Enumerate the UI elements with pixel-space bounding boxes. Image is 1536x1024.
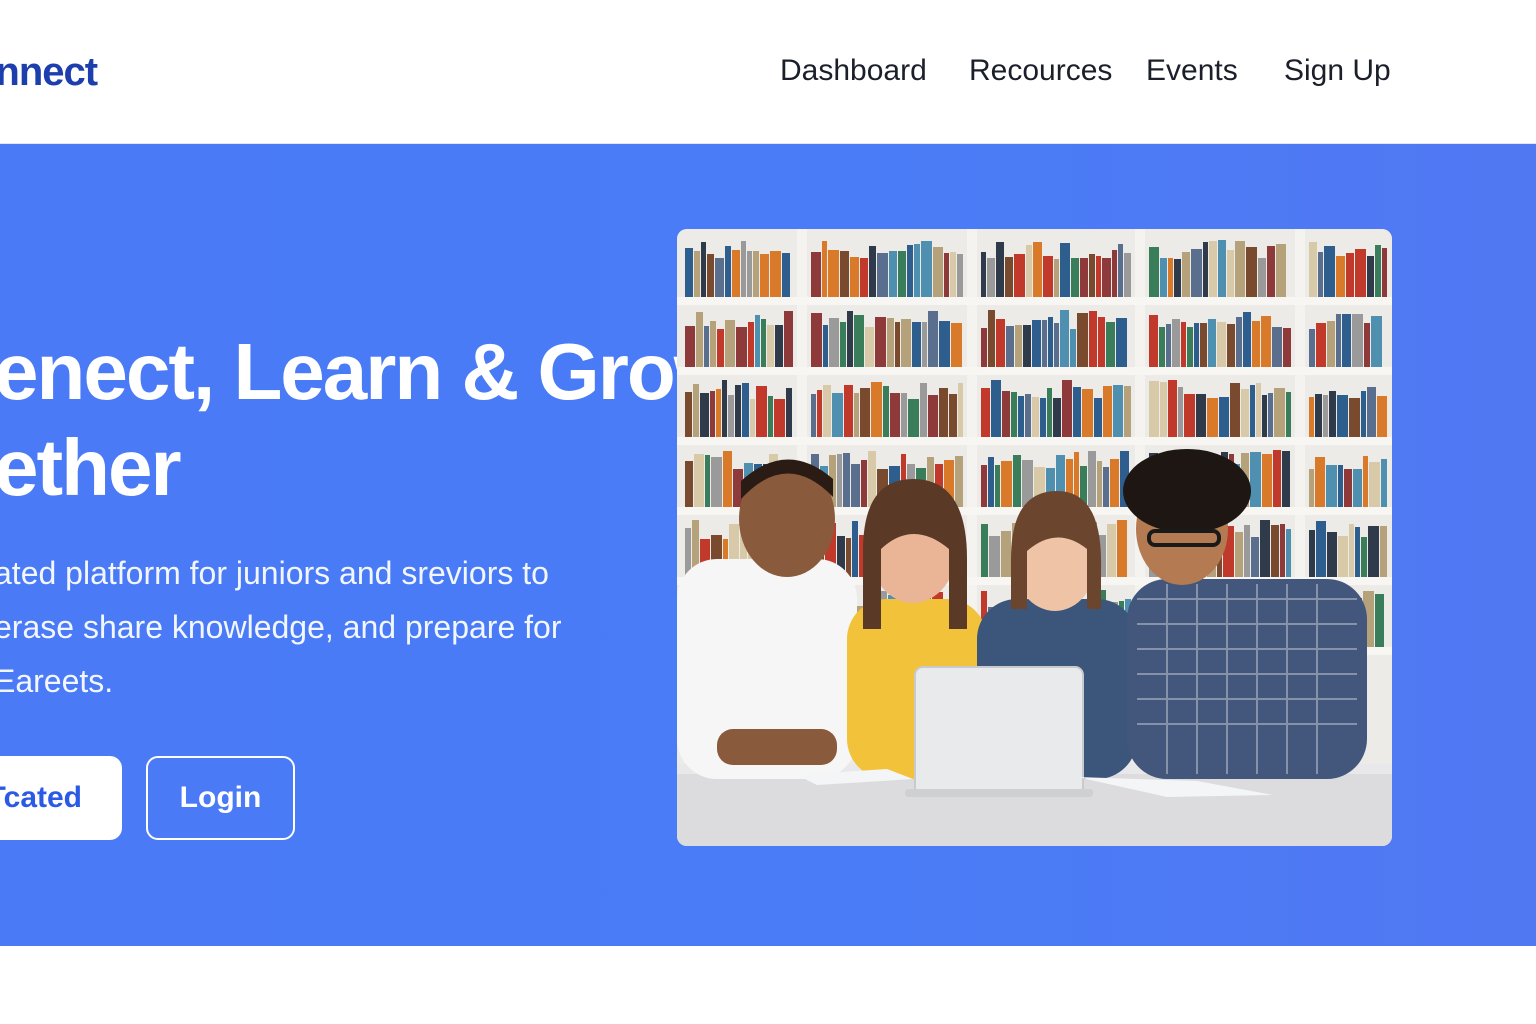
hero-description-line: Eareets. <box>0 663 114 699</box>
get-started-button[interactable]: Tcated <box>0 756 122 840</box>
hero-description-line: ated platform for juniors and sreviors t… <box>0 555 549 591</box>
hero-title: enect, Learn & Grow ether <box>0 324 736 516</box>
hero-description-line: erase share knowledge, and prepare for <box>0 609 562 645</box>
nav-resources[interactable]: Recources <box>969 54 1112 88</box>
nav-sign-up[interactable]: Sign Up <box>1284 54 1391 88</box>
hero-title-line: enect, Learn & Grow <box>0 327 736 416</box>
students-with-laptop-photo <box>677 229 1392 846</box>
site-header: onnect Dashboard Recources Events Sign U… <box>0 0 1536 144</box>
main-nav: Dashboard Recources Events Sign Up <box>0 54 1536 98</box>
login-button[interactable]: Login <box>146 756 295 840</box>
hero-section: enect, Learn & Grow ether ated platform … <box>0 144 1536 946</box>
hero-description: ated platform for juniors and sreviors t… <box>0 546 561 708</box>
hero-title-line: ether <box>0 423 182 512</box>
nav-dashboard[interactable]: Dashboard <box>780 54 927 88</box>
nav-events[interactable]: Events <box>1146 54 1238 88</box>
